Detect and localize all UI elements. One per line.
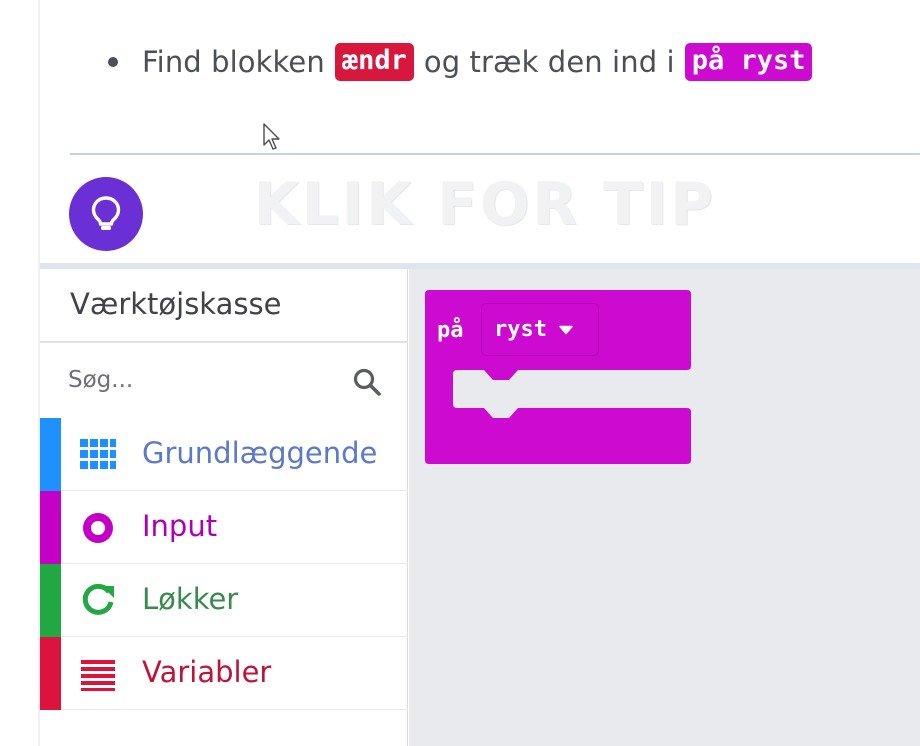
category-input[interactable]: Input xyxy=(40,491,408,564)
toolbox: Værktøjskasse Grundlæggende Input xyxy=(40,269,408,746)
search-icon[interactable] xyxy=(352,367,382,397)
gesture-dropdown[interactable]: ryst xyxy=(481,303,599,356)
grid-icon xyxy=(80,439,116,469)
toolbox-title-rule xyxy=(40,341,408,343)
category-label: Input xyxy=(142,509,218,543)
category-loekker[interactable]: Løkker xyxy=(40,564,408,637)
category-label: Grundlæggende xyxy=(142,436,378,470)
toolbox-title: Værktøjskasse xyxy=(70,287,282,321)
block-label: på xyxy=(437,318,464,343)
search-input[interactable] xyxy=(68,362,328,398)
hint-text[interactable]: KLIK FOR TIP xyxy=(254,170,716,238)
instruction-middle: og træk den ind i xyxy=(423,45,675,79)
hint-button[interactable] xyxy=(69,177,143,251)
mouse-cursor-icon xyxy=(263,123,280,150)
instruction-prefix: Find blokken xyxy=(142,45,325,79)
instruction-line: Find blokken ændr og træk den ind i på r… xyxy=(108,43,822,81)
category-variabler[interactable]: Variabler xyxy=(40,637,408,710)
bullet-point xyxy=(108,57,118,67)
refresh-icon xyxy=(82,583,114,615)
category-color-stripe xyxy=(40,491,61,564)
block-chip-aendr: ændr xyxy=(334,43,414,81)
hint-divider xyxy=(70,153,920,155)
list-lines-icon xyxy=(81,660,115,691)
gesture-dropdown-value: ryst xyxy=(494,317,547,342)
category-grundlaeggende[interactable]: Grundlæggende xyxy=(40,418,408,491)
dropdown-arrow-icon xyxy=(559,325,573,334)
lightbulb-icon xyxy=(91,196,121,230)
target-circle-icon xyxy=(83,513,113,543)
category-color-stripe xyxy=(40,418,61,491)
category-color-stripe xyxy=(40,564,61,637)
block-chip-paa-ryst: på ryst xyxy=(684,43,813,81)
category-color-stripe xyxy=(40,637,61,710)
toolbox-search xyxy=(40,344,408,418)
category-label: Løkker xyxy=(142,582,239,616)
category-label: Variabler xyxy=(142,655,272,689)
